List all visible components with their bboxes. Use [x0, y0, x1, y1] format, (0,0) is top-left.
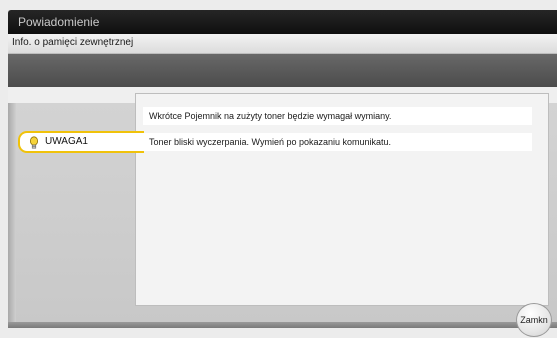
subtitle-bar: Info. o pamięci zewnętrznej — [8, 34, 557, 54]
lightbulb-icon — [30, 136, 38, 149]
left-edge — [8, 103, 16, 328]
window-title: Powiadomienie — [18, 15, 100, 29]
notification-window: Powiadomienie Info. o pamięci zewnętrzne… — [8, 10, 557, 328]
message-panel: Wkrótce Pojemnik na zużyty toner będzie … — [135, 93, 549, 306]
window-subtitle: Info. o pamięci zewnętrznej — [12, 37, 134, 48]
message-row-2: Toner bliski wyczerpania. Wymień po poka… — [143, 133, 532, 151]
close-button[interactable]: Zamkn — [516, 303, 552, 337]
title-bar: Powiadomienie — [8, 10, 557, 34]
header-band — [8, 54, 557, 87]
bottom-edge — [8, 322, 557, 328]
tab-label: UWAGA1 — [45, 136, 88, 147]
message-row-1: Wkrótce Pojemnik na zużyty toner będzie … — [143, 107, 532, 125]
tab-uwaga1[interactable]: UWAGA1 — [18, 131, 144, 153]
